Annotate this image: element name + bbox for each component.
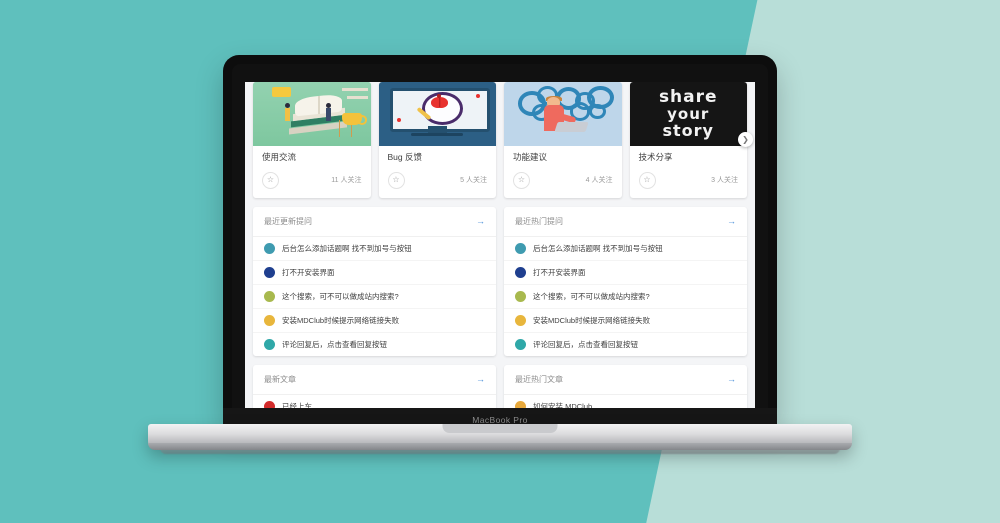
panel-header: 最近热门提问 → — [504, 207, 747, 237]
list-item[interactable]: 安装MDClub时候提示网络链接失败 — [253, 309, 496, 333]
avatar — [515, 338, 526, 350]
panel-hot-articles: 最近热门文章 → 如何安装 MDClub — [504, 364, 747, 412]
list-item-label: 这个搜索，可不可以做成站内搜索? — [282, 291, 399, 301]
list-item[interactable]: 后台怎么添加话题啊 找不到加号与按钮 — [253, 237, 496, 261]
list-item-label: 评论回复后，点击查看回复按钮 — [533, 339, 638, 349]
list-item-label: 打不开安装界面 — [282, 267, 335, 277]
topic-follow-count: 11 人关注 — [331, 177, 362, 184]
topic-card-image — [504, 82, 622, 146]
star-outline-icon[interactable]: ☆ — [638, 171, 656, 189]
bug-magnifier-illustration — [378, 82, 496, 146]
avatar — [264, 266, 275, 278]
topic-card-usage[interactable]: 使用交流 ☆ 11 人关注 — [253, 82, 371, 198]
topic-card-bug-feedback[interactable]: Bug 反馈 ☆ 5 人关注 — [378, 82, 497, 198]
chevron-right-icon[interactable]: ❯ — [738, 132, 753, 147]
topic-card-body: 技术分享 — [630, 146, 748, 166]
star-outline-icon[interactable]: ☆ — [513, 171, 530, 189]
list-item[interactable]: 这个搜索，可不可以做成站内搜索? — [253, 285, 496, 309]
list-item[interactable]: 后台怎么添加话题啊 找不到加号与按钮 — [504, 237, 747, 261]
panel-title: 最近更新提问 — [264, 216, 312, 226]
panel-recent-questions: 最近更新提问 → 后台怎么添加话题啊 找不到加号与按钮 打不开安装界面 这个搜索… — [253, 206, 496, 356]
list-item[interactable]: 打不开安装界面 — [504, 261, 747, 285]
avatar — [515, 290, 526, 302]
topic-follow-count: 4 人关注 — [585, 177, 613, 184]
list-item-label: 后台怎么添加话题啊 找不到加号与按钮 — [282, 243, 412, 253]
list-item[interactable]: 评论回复后，点击查看回复按钮 — [504, 333, 747, 356]
arrow-right-icon[interactable]: → — [727, 216, 736, 226]
avatar — [515, 314, 526, 326]
avatar — [515, 242, 526, 254]
topic-card-title: Bug 反馈 — [387, 152, 423, 162]
arrow-right-icon[interactable]: → — [727, 374, 736, 384]
topic-card-image: share your story — [629, 82, 747, 146]
topic-card-image — [378, 82, 496, 146]
avatar — [264, 290, 275, 302]
topic-card-footer: ☆ 3 人关注 — [630, 166, 748, 198]
article-panels: 最新文章 → 已经上车 最近热门文章 → 如何安装 MDClub — [253, 364, 747, 412]
topic-card-footer: ☆ 11 人关注 — [253, 166, 371, 198]
avatar — [264, 242, 275, 254]
panel-title: 最近热门文章 — [515, 374, 563, 384]
list-item-label: 安装MDClub时候提示网络链接失败 — [282, 315, 400, 325]
topic-carousel: 使用交流 ☆ 11 人关注 Bug 反馈 ☆ 5 人关注 功能建议 ☆ 4 人关… — [253, 82, 753, 198]
topic-card-title: 功能建议 — [513, 152, 548, 162]
topic-card-title: 使用交流 — [262, 152, 297, 162]
list-item-label: 安装MDClub时候提示网络链接失败 — [533, 315, 651, 325]
laptop-base-notch — [442, 424, 558, 433]
star-outline-icon[interactable]: ☆ — [262, 171, 279, 189]
panel-header: 最新文章 → — [253, 365, 496, 395]
star-outline-icon[interactable]: ☆ — [387, 171, 405, 189]
laptop-base — [148, 424, 852, 450]
list-item-label: 这个搜索，可不可以做成站内搜索? — [533, 291, 650, 301]
chalkboard-line-2: your — [667, 105, 710, 123]
topic-card-body: 使用交流 — [253, 146, 371, 166]
chalkboard-line-1: share — [658, 87, 718, 107]
list-item-label: 打不开安装界面 — [533, 267, 586, 277]
topic-card-footer: ☆ 5 人关注 — [379, 166, 497, 198]
list-item-label: 后台怎么添加话题啊 找不到加号与按钮 — [533, 243, 663, 253]
avatar — [264, 338, 275, 350]
panel-title: 最近热门提问 — [515, 216, 563, 226]
topic-follow-count: 5 人关注 — [460, 177, 487, 184]
panel-hot-questions: 最近热门提问 → 后台怎么添加话题啊 找不到加号与按钮 打不开安装界面 这个搜索… — [504, 206, 747, 356]
arrow-right-icon[interactable]: → — [476, 374, 485, 384]
list-item[interactable]: 打不开安装界面 — [253, 261, 496, 285]
panel-header: 最近热门文章 → — [504, 365, 747, 395]
topic-card-feature-suggestion[interactable]: 功能建议 ☆ 4 人关注 — [504, 82, 622, 198]
question-panels: 最近更新提问 → 后台怎么添加话题啊 找不到加号与按钮 打不开安装界面 这个搜索… — [253, 206, 747, 356]
webpage-content: 使用交流 ☆ 11 人关注 Bug 反馈 ☆ 5 人关注 功能建议 ☆ 4 人关… — [245, 82, 755, 412]
laptop-base-shadow — [160, 448, 840, 454]
laptop-screen: 使用交流 ☆ 11 人关注 Bug 反馈 ☆ 5 人关注 功能建议 ☆ 4 人关… — [245, 82, 755, 412]
topic-card-body: 功能建议 — [504, 146, 622, 166]
avatar — [264, 314, 275, 326]
gears-person-illustration — [504, 82, 622, 146]
topic-card-tech-share[interactable]: share your story 技术分享 ☆ 3 人关注 — [629, 82, 748, 198]
topic-card-footer: ☆ 4 人关注 — [504, 166, 622, 198]
topic-follow-count: 3 人关注 — [711, 177, 738, 184]
topic-card-image — [253, 82, 371, 146]
screenshot-stage: 使用交流 ☆ 11 人关注 Bug 反馈 ☆ 5 人关注 功能建议 ☆ 4 人关… — [0, 0, 1000, 523]
avatar — [515, 266, 526, 278]
share-your-story-chalkboard: share your story — [629, 82, 747, 146]
list-item[interactable]: 这个搜索，可不可以做成站内搜索? — [504, 285, 747, 309]
list-item-label: 评论回复后，点击查看回复按钮 — [282, 339, 387, 349]
panel-title: 最新文章 — [264, 374, 296, 384]
list-item[interactable]: 安装MDClub时候提示网络链接失败 — [504, 309, 747, 333]
macbook-pro-mockup: 使用交流 ☆ 11 人关注 Bug 反馈 ☆ 5 人关注 功能建议 ☆ 4 人关… — [0, 0, 1000, 523]
arrow-right-icon[interactable]: → — [476, 216, 485, 226]
topic-card-body: Bug 反馈 — [379, 146, 497, 166]
books-illustration — [253, 82, 371, 146]
chalkboard-line-3: story — [662, 121, 714, 140]
topic-card-title: 技术分享 — [638, 152, 673, 162]
panel-header: 最近更新提问 → — [253, 207, 496, 237]
panel-latest-articles: 最新文章 → 已经上车 — [253, 364, 496, 412]
list-item[interactable]: 评论回复后，点击查看回复按钮 — [253, 333, 496, 356]
